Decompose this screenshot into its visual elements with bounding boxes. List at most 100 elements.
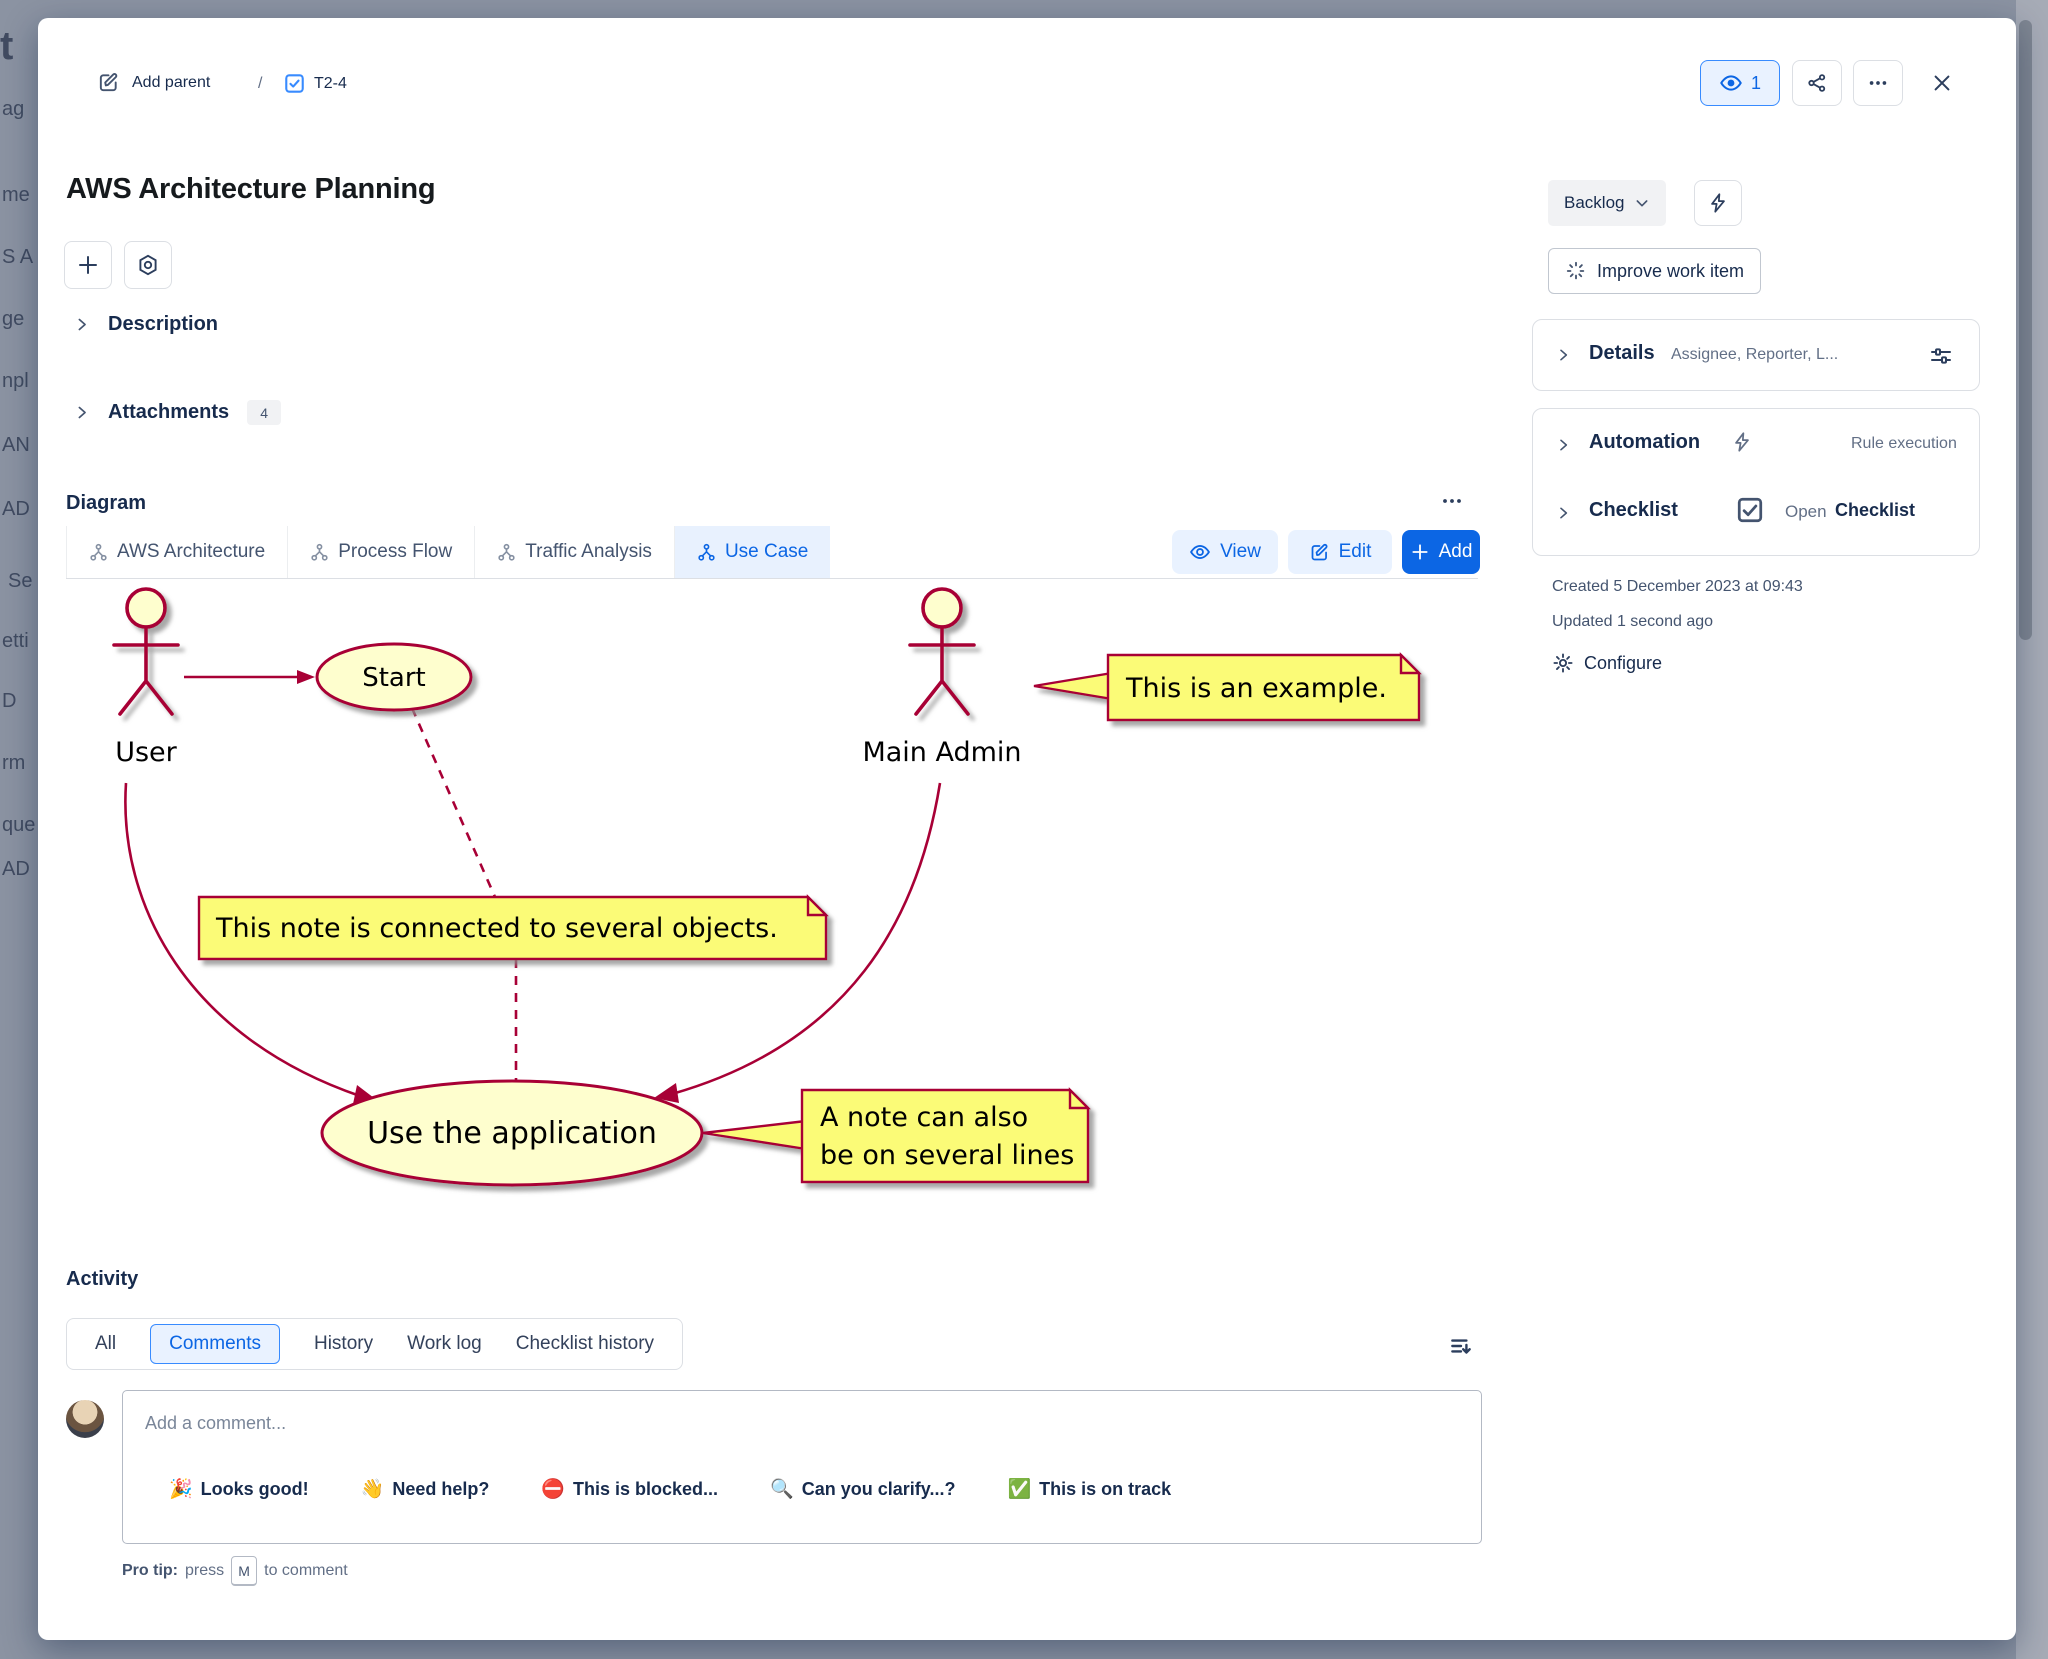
- background-text-fragment: ge: [2, 308, 24, 331]
- close-icon: [1931, 72, 1953, 94]
- checklist-open-prefix: Open: [1785, 502, 1827, 522]
- edit-icon: [97, 71, 120, 94]
- hexagon-apps-icon: [136, 253, 160, 277]
- note-connected-label: This note is connected to several object…: [215, 913, 778, 944]
- automation-lightning-button[interactable]: [1694, 180, 1742, 226]
- quick-reply-clarify[interactable]: 🔍 Can you clarify...?: [770, 1477, 955, 1501]
- quick-reply-looks-good[interactable]: 🎉 Looks good!: [169, 1477, 309, 1501]
- tab-process-flow[interactable]: Process Flow: [288, 526, 475, 578]
- more-actions-button[interactable]: [1853, 60, 1903, 106]
- close-button[interactable]: [1917, 60, 1967, 106]
- configure-button[interactable]: Configure: [1552, 652, 1662, 674]
- quick-reply-label: This is blocked...: [573, 1479, 718, 1500]
- scrollbar-track[interactable]: [2016, 0, 2048, 1659]
- work-item-modal: Add parent / T2-4 1: [38, 18, 2016, 1640]
- checklist-label: Checklist: [1589, 499, 1678, 522]
- activity-sort-button[interactable]: [1442, 1326, 1486, 1366]
- automation-row[interactable]: Automation Rule execution: [1533, 409, 1979, 481]
- details-label: Details: [1589, 342, 1655, 365]
- tab-traffic-analysis[interactable]: Traffic Analysis: [475, 526, 675, 578]
- check-emoji: ✅: [1007, 1477, 1031, 1501]
- quick-reply-label: Can you clarify...?: [802, 1479, 956, 1500]
- apps-button[interactable]: [124, 241, 172, 289]
- improve-label: Improve work item: [1597, 261, 1744, 282]
- chevron-right-icon: [1555, 347, 1571, 363]
- breadcrumb-issue-key[interactable]: T2-4: [284, 73, 347, 94]
- scrollbar-thumb[interactable]: [2019, 20, 2032, 640]
- watchers-count: 1: [1751, 73, 1761, 94]
- eye-icon: [1189, 541, 1211, 563]
- add-content-button[interactable]: [64, 241, 112, 289]
- background-text-fragment: AD: [2, 498, 30, 521]
- quick-reply-label: Need help?: [392, 1479, 489, 1500]
- background-text-fragment: rm: [2, 752, 25, 775]
- background-text-fragment: ag: [2, 98, 24, 121]
- share-button[interactable]: [1792, 60, 1842, 106]
- add-button[interactable]: Add: [1402, 530, 1480, 574]
- activity-tab-all[interactable]: All: [95, 1333, 116, 1355]
- party-emoji: 🎉: [169, 1477, 193, 1501]
- checklist-open-name: Checklist: [1835, 500, 1915, 521]
- edit-icon: [1309, 542, 1330, 563]
- watchers-button[interactable]: 1: [1700, 60, 1780, 106]
- tab-label: Process Flow: [338, 541, 452, 563]
- actor-admin-label: Main Admin: [862, 737, 1021, 768]
- pro-tip-press: press: [185, 1562, 224, 1580]
- comment-placeholder: Add a comment...: [145, 1413, 286, 1434]
- status-dropdown[interactable]: Backlog: [1548, 180, 1666, 226]
- plus-icon: [76, 253, 100, 277]
- activity-tab-history[interactable]: History: [314, 1333, 373, 1355]
- automation-hint: Rule execution: [1851, 435, 1973, 453]
- uml-arrowheads: [297, 670, 679, 1104]
- breadcrumb-separator: /: [258, 75, 262, 93]
- edit-button[interactable]: Edit: [1288, 530, 1392, 574]
- activity-tab-checklist-history[interactable]: Checklist history: [516, 1333, 654, 1355]
- quick-reply-on-track[interactable]: ✅ This is on track: [1007, 1477, 1171, 1501]
- actor-admin: [910, 589, 974, 714]
- issue-key-label: T2-4: [314, 75, 347, 93]
- chevron-right-icon: [1555, 505, 1571, 521]
- background-text-fragment: t: [0, 24, 13, 69]
- diagram-type-icon: [697, 543, 716, 562]
- attachments-count-badge: 4: [247, 400, 281, 425]
- sliders-icon[interactable]: [1929, 344, 1953, 368]
- tab-aws-architecture[interactable]: AWS Architecture: [66, 526, 288, 578]
- share-icon: [1806, 72, 1828, 94]
- automation-label: Automation: [1589, 431, 1700, 454]
- checklist-checkbox-icon: [1735, 495, 1765, 525]
- quick-reply-blocked[interactable]: ⛔ This is blocked...: [541, 1477, 718, 1501]
- eye-icon: [1719, 71, 1743, 95]
- usecase-start-label: Start: [362, 663, 426, 693]
- updated-timestamp: Updated 1 second ago: [1552, 613, 1713, 631]
- plus-icon: [1410, 542, 1430, 562]
- quick-reply-row: 🎉 Looks good! 👋 Need help? ⛔ This is blo…: [169, 1477, 1171, 1501]
- quick-reply-label: Looks good!: [201, 1479, 309, 1500]
- comment-input[interactable]: Add a comment... 🎉 Looks good! 👋 Need he…: [122, 1390, 1482, 1544]
- activity-tab-worklog[interactable]: Work log: [407, 1333, 482, 1355]
- note-example-label: This is an example.: [1125, 673, 1387, 704]
- section-description[interactable]: Description: [73, 313, 218, 336]
- tab-use-case[interactable]: Use Case: [675, 526, 830, 578]
- diagram-type-icon: [89, 543, 108, 562]
- tab-label: Use Case: [725, 541, 808, 563]
- activity-tab-comments[interactable]: Comments: [150, 1324, 280, 1364]
- section-attachments[interactable]: Attachments 4: [73, 400, 281, 425]
- add-parent-button[interactable]: Add parent: [97, 71, 210, 94]
- gear-icon: [1552, 652, 1574, 674]
- diagram-type-icon: [497, 543, 516, 562]
- improve-work-item-button[interactable]: Improve work item: [1548, 248, 1761, 294]
- arrowhead: [297, 670, 315, 684]
- view-button[interactable]: View: [1172, 530, 1278, 574]
- chevron-right-icon: [73, 316, 90, 333]
- details-panel[interactable]: Details Assignee, Reporter, L...: [1532, 319, 1980, 391]
- checklist-row[interactable]: Checklist Open Checklist: [1533, 481, 1979, 553]
- uml-connectors: [125, 677, 940, 1096]
- quick-reply-need-help[interactable]: 👋 Need help?: [361, 1477, 490, 1501]
- task-type-icon: [284, 73, 305, 94]
- lightning-icon: [1707, 192, 1729, 214]
- diagram-heading: Diagram: [66, 492, 146, 515]
- diagram-more-button[interactable]: [1434, 484, 1478, 518]
- chevron-right-icon: [1555, 437, 1571, 453]
- page-title: AWS Architecture Planning: [66, 173, 435, 206]
- wave-emoji: 👋: [361, 1477, 385, 1501]
